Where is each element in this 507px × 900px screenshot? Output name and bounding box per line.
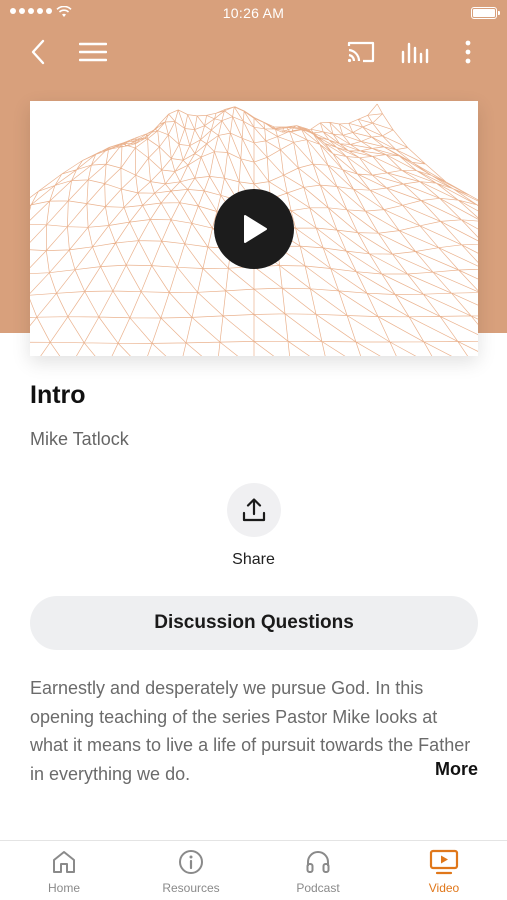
- home-icon: [53, 851, 75, 873]
- video-icon: [429, 849, 459, 875]
- tab-video[interactable]: Video: [394, 849, 494, 899]
- status-time: 10:26 AM: [222, 5, 285, 21]
- tab-home-label: Home: [47, 881, 80, 895]
- share-icon: [242, 498, 266, 522]
- battery-icon: [471, 7, 500, 19]
- discussion-questions-button[interactable]: Discussion Questions: [30, 596, 478, 650]
- audio-bars-icon: [401, 42, 429, 64]
- tab-bar: Home Resources Podcast Video: [0, 840, 507, 900]
- video-author: Mike Tatlock: [30, 429, 129, 449]
- vertical-dots-icon: [465, 40, 471, 64]
- status-bar: 10:26 AM: [0, 0, 507, 28]
- chevron-left-icon: [31, 39, 45, 65]
- tab-podcast[interactable]: Podcast: [268, 849, 368, 899]
- tab-podcast-label: Podcast: [296, 881, 340, 895]
- video-description: Earnestly and desperately we pursue God.…: [30, 678, 471, 784]
- video-title: Intro: [30, 381, 86, 409]
- more-link[interactable]: More: [435, 759, 478, 780]
- cast-icon: [347, 41, 375, 63]
- more-options-button[interactable]: [450, 34, 486, 70]
- share-label[interactable]: Share: [0, 551, 507, 569]
- headphones-icon: [306, 851, 330, 873]
- audio-button[interactable]: [397, 34, 433, 70]
- cast-button[interactable]: [343, 34, 379, 70]
- share-button[interactable]: [227, 483, 281, 537]
- info-icon: [179, 850, 203, 874]
- play-button[interactable]: [214, 189, 294, 269]
- tab-home[interactable]: Home: [14, 849, 114, 899]
- tab-video-label: Video: [428, 881, 460, 895]
- back-button[interactable]: [20, 34, 56, 70]
- tab-resources-label: Resources: [162, 881, 220, 895]
- play-icon: [244, 215, 267, 243]
- tab-resources[interactable]: Resources: [141, 849, 241, 899]
- hamburger-icon: [79, 42, 107, 62]
- menu-button[interactable]: [75, 34, 111, 70]
